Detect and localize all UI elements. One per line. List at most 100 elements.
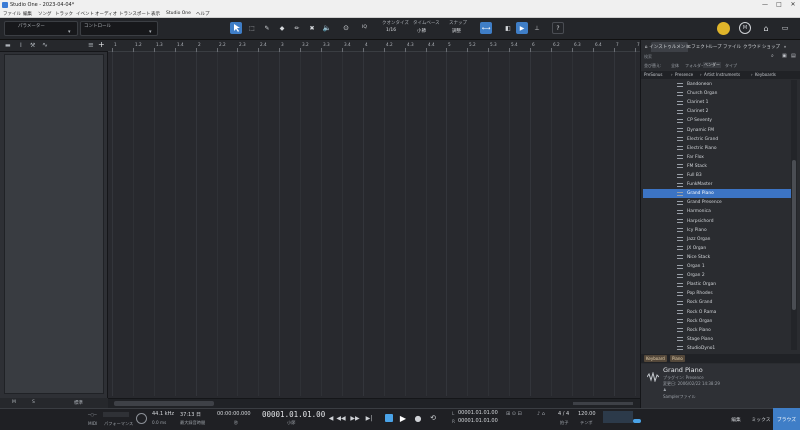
song-button[interactable]: ▭: [779, 22, 791, 34]
metronome-icon[interactable]: ♪ ⌂: [537, 411, 545, 417]
browse-tab[interactable]: ブラウズ: [773, 408, 800, 430]
track-height-label[interactable]: 標準: [74, 400, 83, 406]
menu-event[interactable]: イベント: [76, 11, 94, 17]
preset-item[interactable]: Grand Presence: [643, 198, 791, 207]
timeline-ruler[interactable]: 1 1.2 1.3 1.4 2 2.2 2.3 2.4 3 3.2 3.3 3.4 4 4.2 4.3 4.4…: [108, 40, 644, 52]
preset-item[interactable]: FM Stack: [643, 162, 791, 171]
sort-folder[interactable]: フォルダー: [685, 63, 705, 69]
quantize-value[interactable]: 1/16: [386, 28, 396, 33]
preset-item[interactable]: Grand Piano: [643, 189, 791, 199]
tab-files[interactable]: ファイル: [722, 42, 742, 52]
preset-scrollbar[interactable]: [791, 80, 797, 350]
time-bars[interactable]: 00001.01.01.00: [262, 410, 325, 419]
loop-end[interactable]: 00001.01.01.00: [458, 418, 498, 424]
go-to-end-button[interactable]: ▶|: [364, 413, 374, 423]
search-input[interactable]: 検索: [644, 54, 652, 60]
preset-item[interactable]: Stage Piano: [643, 335, 791, 344]
preset-item[interactable]: Rock Piano: [643, 326, 791, 335]
iq-button[interactable]: IQ: [362, 25, 367, 30]
time-signature[interactable]: 4 / 4: [558, 411, 569, 417]
account-icon[interactable]: [717, 22, 730, 35]
crumb-presonus[interactable]: PreSonus: [644, 72, 663, 77]
time-seconds[interactable]: 00:00:00.000: [217, 411, 251, 417]
rewind-button[interactable]: ◀◀: [336, 413, 346, 423]
mute-tool-button[interactable]: ✖: [306, 22, 318, 34]
preset-item[interactable]: Full B3: [643, 171, 791, 180]
tab-instruments[interactable]: インストゥルメント: [649, 42, 690, 52]
menu-audio[interactable]: オーディオ: [95, 11, 117, 17]
preset-item[interactable]: Clarinet 2: [643, 107, 791, 116]
menu-help[interactable]: ヘルプ: [196, 11, 210, 17]
list-icon[interactable]: ≡: [88, 41, 94, 49]
preset-item[interactable]: Electric Piano: [643, 144, 791, 153]
menu-song[interactable]: ソング: [38, 11, 52, 17]
scroll-thumb[interactable]: [792, 160, 796, 310]
listen-tool-button[interactable]: 🔈: [321, 22, 333, 34]
solo-all-button[interactable]: S: [32, 400, 35, 405]
preset-item[interactable]: Bandoneon: [643, 80, 791, 89]
return-to-zero-button[interactable]: ◀: [326, 413, 336, 423]
eraser-tool-button[interactable]: ◆: [276, 22, 288, 34]
horizontal-scrollbar[interactable]: [108, 398, 640, 408]
menu-transport[interactable]: トランスポート: [119, 11, 150, 17]
scroll-thumb[interactable]: [114, 401, 214, 406]
preset-item[interactable]: FunkMaster: [643, 180, 791, 189]
parameter-dropdown[interactable]: パラメーター ▾: [4, 21, 78, 36]
paint-tool-button[interactable]: ✏: [291, 22, 303, 34]
split-tool-button[interactable]: ✎: [261, 22, 273, 34]
mix-tab[interactable]: ミックス: [749, 408, 773, 430]
preset-item[interactable]: Rock Organ: [643, 317, 791, 326]
snap-toggle-button[interactable]: ⟷: [480, 22, 492, 34]
tab-shop[interactable]: ショップ: [762, 42, 780, 52]
tab-cloud[interactable]: クラウド: [742, 42, 762, 52]
mute-all-button[interactable]: M: [12, 400, 16, 405]
preset-item[interactable]: Rock Grand: [643, 298, 791, 307]
preset-item[interactable]: Harmonica: [643, 207, 791, 216]
sort-type[interactable]: タイプ: [725, 63, 737, 69]
add-track-button[interactable]: +: [98, 40, 105, 49]
home-button[interactable]: ⌂: [760, 22, 772, 34]
preset-item[interactable]: Harpsichord: [643, 217, 791, 226]
menu-edit[interactable]: 編集: [23, 11, 32, 17]
menu-track[interactable]: トラック: [55, 11, 73, 17]
tempo[interactable]: 120.00: [578, 411, 596, 417]
tag-piano[interactable]: Piano: [670, 355, 685, 362]
inspector-icon[interactable]: I: [20, 42, 22, 49]
preset-item[interactable]: Clarinet 1: [643, 98, 791, 107]
preset-item[interactable]: Electric Grand: [643, 135, 791, 144]
range-tool-button[interactable]: ⬚: [246, 22, 258, 34]
zoom-slider[interactable]: [573, 402, 633, 405]
maximize-button[interactable]: □: [772, 0, 786, 10]
preset-item[interactable]: Nice Stack: [643, 253, 791, 262]
play-button[interactable]: ▶: [398, 413, 408, 423]
arrange-view[interactable]: 1 1.2 1.3 1.4 2 2.2 2.3 2.4 3 3.2 3.3 3.4 4 4.2 4.3 4.4…: [108, 40, 644, 408]
stop-button[interactable]: [385, 414, 393, 422]
menu-view[interactable]: 表示: [151, 11, 160, 17]
options-icon[interactable]: ▤: [791, 53, 796, 59]
minimize-button[interactable]: —: [758, 0, 772, 10]
sort-vendor[interactable]: ベンダー: [703, 62, 721, 68]
snap-value[interactable]: 調整: [452, 28, 461, 34]
autoscroll-button[interactable]: ◧: [502, 22, 514, 34]
search-icon[interactable]: ⌕: [771, 53, 774, 59]
track-list[interactable]: [4, 54, 104, 394]
m-badge-icon[interactable]: M: [739, 22, 751, 34]
edit-tab[interactable]: 編集: [723, 408, 749, 430]
crumb-presence[interactable]: Presence: [675, 72, 693, 77]
wrench-icon[interactable]: ⚒: [30, 42, 35, 49]
master-toggle[interactable]: [633, 419, 641, 423]
preset-item[interactable]: Icy Piano: [643, 226, 791, 235]
menu-file[interactable]: ファイル: [3, 11, 21, 17]
sort-flat[interactable]: 全体: [671, 63, 679, 69]
preset-item[interactable]: Pop Rhodes: [643, 289, 791, 298]
preset-item[interactable]: Church Organ: [643, 89, 791, 98]
preset-item[interactable]: StudioDyno1: [643, 344, 791, 350]
crumb-artist-instruments[interactable]: Artist Instruments: [704, 72, 740, 77]
ripple-button[interactable]: ⊥: [531, 22, 543, 34]
tab-effects[interactable]: エフェクト: [687, 42, 710, 52]
menu-studio-one[interactable]: Studio One: [166, 11, 191, 16]
loop-button[interactable]: ⟲: [428, 413, 438, 423]
automation-icon[interactable]: ∿: [42, 41, 48, 49]
preset-item[interactable]: Organ 2: [643, 271, 791, 280]
preset-item[interactable]: Rock O Rama: [643, 308, 791, 317]
